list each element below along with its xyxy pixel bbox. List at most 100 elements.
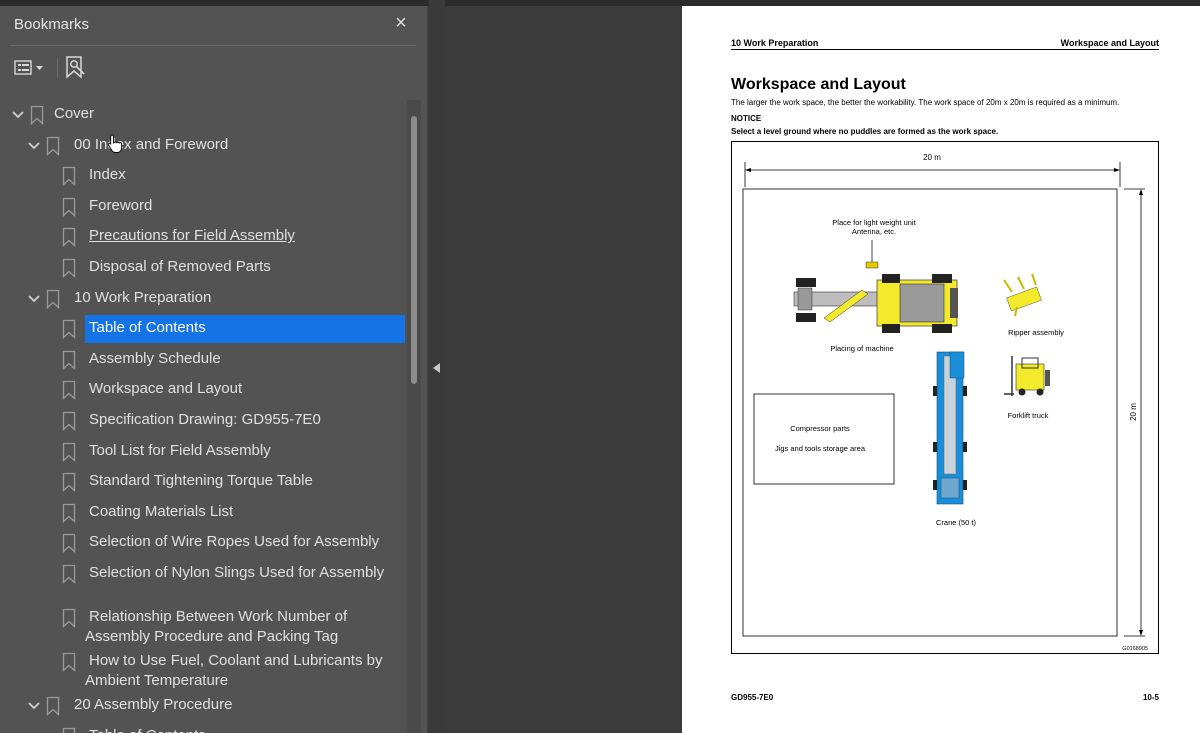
bookmark-row[interactable]: 10 Work Preparation xyxy=(0,284,406,314)
bookmark-label[interactable]: Tool List for Field Assembly xyxy=(89,441,271,461)
bookmarks-title: Bookmarks xyxy=(14,16,90,33)
bookmark-label[interactable]: Foreword xyxy=(89,196,152,216)
header-rule xyxy=(731,49,1159,50)
close-icon[interactable]: × xyxy=(390,12,412,34)
bookmark-label[interactable]: Specification Drawing: GD955-7E0 xyxy=(89,410,321,430)
bookmark-icon xyxy=(62,320,76,340)
layout-diagram: 20 m 20 m Place for light weight unit An… xyxy=(742,153,1148,652)
dim-arrow-right xyxy=(1114,168,1120,172)
height-dimension-label: 20 m xyxy=(1129,403,1138,421)
bookmark-icon xyxy=(46,136,60,156)
bookmark-row[interactable]: 20 Assembly Procedure xyxy=(0,691,406,721)
bookmark-scrollbar[interactable] xyxy=(407,100,421,733)
width-dimension-label: 20 m xyxy=(923,153,941,162)
bookmark-icon xyxy=(62,608,76,628)
bookmark-label[interactable]: Index xyxy=(89,165,126,185)
bookmark-label[interactable]: 10 Work Preparation xyxy=(74,288,211,308)
bookmark-label[interactable]: Table of Contents xyxy=(89,726,206,733)
list-options-icon xyxy=(14,60,32,75)
bookmark-row[interactable]: Selection of Nylon Slings Used for Assem… xyxy=(0,559,406,603)
bookmark-row[interactable]: Precautions for Field Assembly xyxy=(0,222,406,252)
bookmark-row[interactable]: 00 Index and Foreword xyxy=(0,131,406,161)
figure-code: G0168905 xyxy=(1122,646,1148,652)
antenna-label: Antenna, etc. xyxy=(852,227,896,236)
chevron-down-icon[interactable] xyxy=(10,107,26,123)
bookmark-row[interactable]: Index xyxy=(0,161,406,191)
document-viewer-background xyxy=(446,6,682,733)
bookmark-label[interactable]: Coating Materials List xyxy=(89,502,233,522)
page-footer-model: GD955-7E0 xyxy=(731,693,774,702)
bookmark-icon xyxy=(62,534,76,554)
dim-arrow-top xyxy=(1139,189,1143,195)
bookmark-options-button[interactable] xyxy=(14,54,50,82)
bookmarks-panel: Bookmarks × Cover 00 Index and Foreword … xyxy=(0,6,428,733)
bookmark-icon xyxy=(62,167,76,187)
hand-cursor-icon xyxy=(107,134,123,153)
ripper-assembly-icon xyxy=(1003,273,1042,317)
bookmarks-header: Bookmarks × xyxy=(0,6,428,46)
bookmark-row[interactable]: Workspace and Layout xyxy=(0,375,406,405)
bookmark-icon xyxy=(46,696,60,716)
bookmark-row[interactable]: Tool List for Field Assembly xyxy=(0,437,406,467)
scrollbar-thumb[interactable] xyxy=(411,116,417,384)
bookmark-label[interactable]: 00 Index and Foreword xyxy=(74,135,228,155)
bookmark-label[interactable]: Table of Contents xyxy=(89,318,206,338)
collapse-panel-icon[interactable] xyxy=(433,363,440,373)
chevron-down-icon[interactable] xyxy=(26,291,42,307)
compressor-label: Compressor parts xyxy=(790,424,850,433)
light-unit-label: Place for light weight unit xyxy=(832,218,916,227)
notice-text: Select a level ground where no puddles a… xyxy=(731,127,999,136)
bookmark-label[interactable]: Cover xyxy=(54,104,94,124)
bookmark-label[interactable]: Disposal of Removed Parts xyxy=(89,257,271,277)
bookmark-row[interactable]: Disposal of Removed Parts xyxy=(0,253,406,283)
notice-label: NOTICE xyxy=(731,114,762,123)
bookmark-icon xyxy=(30,105,44,125)
bookmark-row[interactable]: Cover xyxy=(0,100,406,130)
bookmark-icon xyxy=(62,411,76,431)
bookmark-icon xyxy=(62,228,76,248)
forklift-icon xyxy=(1004,356,1050,396)
bookmark-row[interactable]: How to Use Fuel, Coolant and Lubricants … xyxy=(0,647,406,691)
bookmark-label[interactable]: Selection of Nylon Slings Used for Assem… xyxy=(85,563,405,583)
bookmark-label[interactable]: How to Use Fuel, Coolant and Lubricants … xyxy=(85,651,405,691)
bookmark-row[interactable]: Standard Tightening Torque Table xyxy=(0,467,406,497)
bookmark-row[interactable]: Assembly Schedule xyxy=(0,345,406,375)
bookmark-icon xyxy=(62,258,76,278)
bookmark-row[interactable]: Coating Materials List xyxy=(0,498,406,528)
bookmark-icon xyxy=(62,442,76,462)
jigs-label: Jigs and tools storage area xyxy=(775,444,866,453)
bookmark-row[interactable]: Specification Drawing: GD955-7E0 xyxy=(0,406,406,436)
bookmark-row[interactable]: Selection of Wire Ropes Used for Assembl… xyxy=(0,528,406,558)
chevron-down-icon[interactable] xyxy=(26,698,42,714)
bookmark-label[interactable]: Workspace and Layout xyxy=(89,379,242,399)
bookmark-label[interactable]: Relationship Between Work Number of Asse… xyxy=(85,607,405,647)
forklift-label: Forklift truck xyxy=(1008,411,1049,420)
bookmark-icon xyxy=(62,381,76,401)
page-header-section: 10 Work Preparation xyxy=(731,38,819,48)
layout-figure: 20 m 20 m Place for light weight unit An… xyxy=(731,141,1159,654)
crane-icon xyxy=(933,351,967,505)
bookmark-row[interactable]: Table of Contents xyxy=(0,314,406,344)
bookmark-icon xyxy=(62,197,76,217)
crane-label: Crane (50 t) xyxy=(936,518,977,527)
bookmark-label[interactable]: Precautions for Field Assembly xyxy=(89,226,295,246)
bookmark-icon xyxy=(62,564,76,584)
intro-text: The larger the work space, the better th… xyxy=(731,98,1120,107)
bookmark-search-icon xyxy=(66,56,85,79)
bookmark-row[interactable]: Relationship Between Work Number of Asse… xyxy=(0,603,406,647)
storage-area-box xyxy=(753,393,895,485)
bookmark-tree: Cover 00 Index and Foreword Index Foreword P… xyxy=(0,94,406,733)
work-area-outline xyxy=(742,188,1118,637)
header-divider xyxy=(10,45,416,46)
dim-arrow-bottom xyxy=(1139,630,1143,636)
bookmark-label[interactable]: Selection of Wire Ropes Used for Assembl… xyxy=(89,532,379,552)
bookmark-row[interactable]: Foreword xyxy=(0,192,406,222)
bookmark-label[interactable]: Assembly Schedule xyxy=(89,349,221,369)
chevron-down-icon[interactable] xyxy=(26,138,42,154)
find-bookmark-button[interactable] xyxy=(64,54,90,82)
page-title: Workspace and Layout xyxy=(731,76,906,93)
bookmark-label[interactable]: Standard Tightening Torque Table xyxy=(89,471,313,491)
bookmark-row[interactable]: Table of Contents xyxy=(0,722,406,733)
bookmark-label[interactable]: 20 Assembly Procedure xyxy=(74,695,232,715)
bookmark-icon xyxy=(62,503,76,523)
